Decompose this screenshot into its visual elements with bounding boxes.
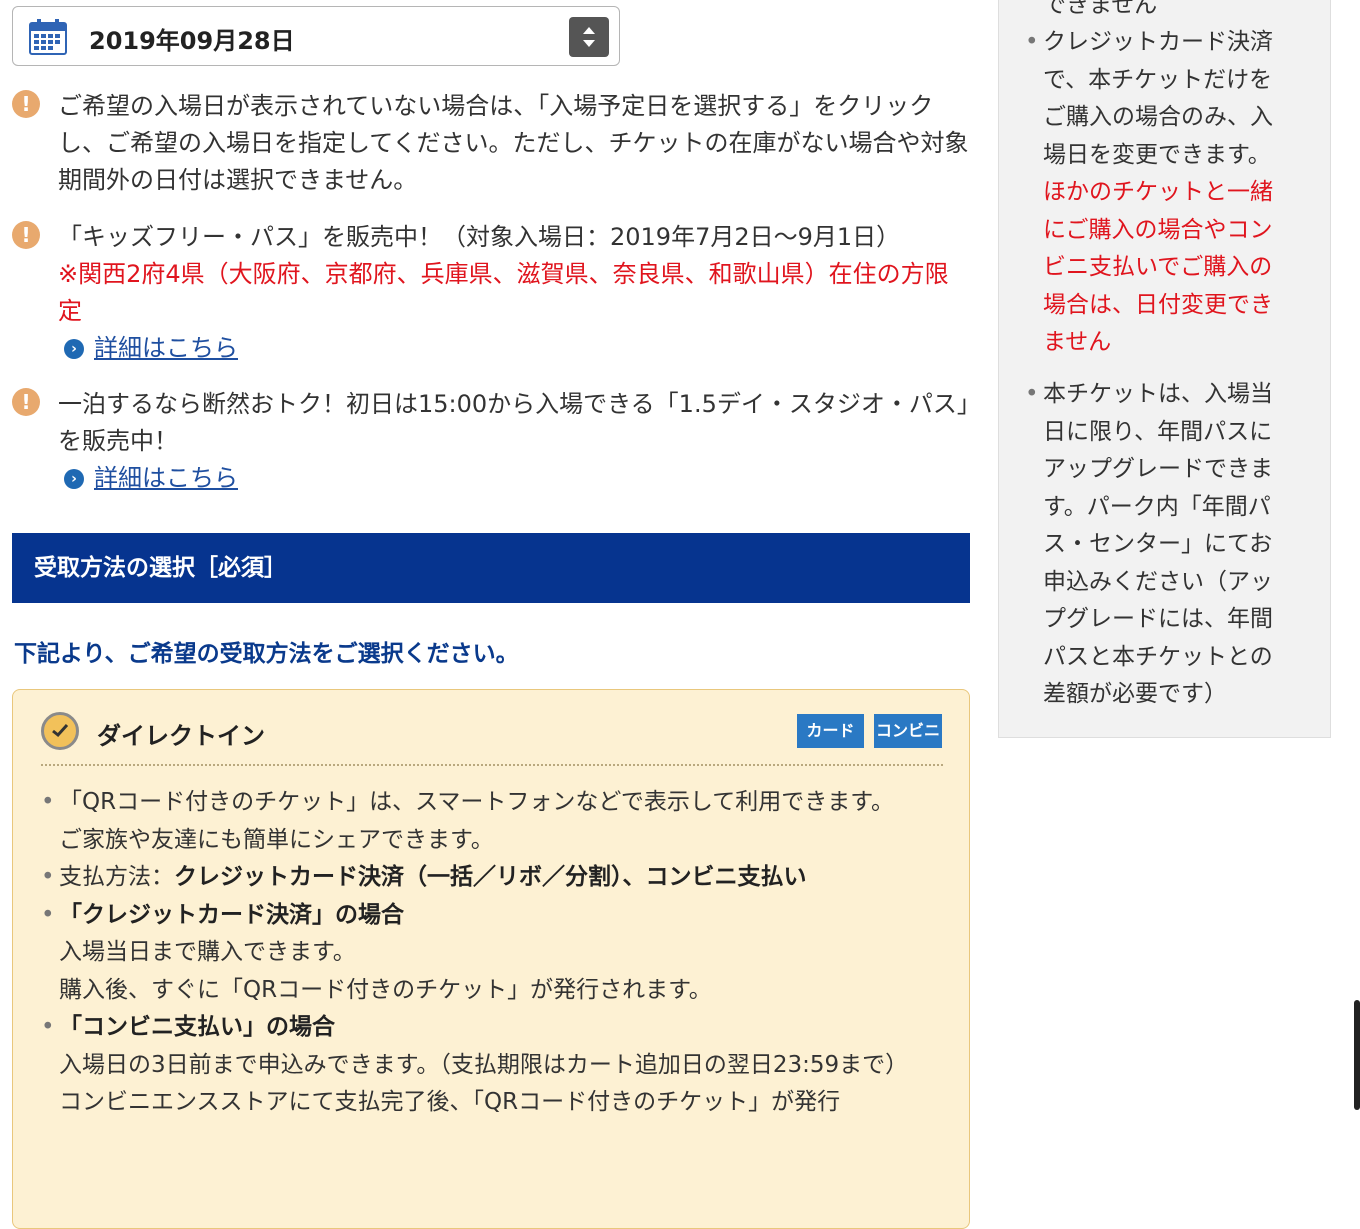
notice-text: 「キッズフリー・パス」を販売中！（対象入場日：2019年7月2日〜9月1日） [58,223,901,251]
card-badge: カード [797,714,864,748]
qr-ticket-description: 「QRコード付きのチケット」は、スマートフォンなどで表示して利用できます。 [59,789,894,815]
payment-methods: 支払方法：クレジットカード決済（一括／リボ／分割）、コンビニ支払い [59,859,947,897]
divider [41,764,943,766]
sidebar-note-text: クレジットカード決済で、本チケットだけをご購入の場合のみ、入場日を変更できます。 [1043,29,1273,168]
convenience-payment-detail-2: コンビニエンスストアにて支払完了後、「QRコード付きのチケット」が発行 [59,1089,841,1115]
convenience-payment-detail-1: 入場日の3日前まで申込みできます。（支払期限はカート追加日の翌日23:59まで） [59,1051,909,1078]
calendar-icon [29,19,67,55]
section-header-receipt-method: 受取方法の選択［必須］ [12,533,970,603]
exclamation-icon: ! [12,90,40,118]
sidebar-note-warning: ほかのチケットと一緒にご購入の場合やコンビニ支払いでご購入の場合は、日付変更でき… [1043,179,1273,355]
convenience-payment-heading: 「コンビニ支払い」の場合 [59,1014,335,1040]
entry-date-select[interactable]: 2019年09月28日 [12,6,620,66]
receipt-option-direct-in[interactable]: ダイレクトイン カード コンビニ • 「QRコード付きのチケット」は、スマートフォ… [12,689,970,1229]
sidebar-partial-text: できません [1043,0,1158,18]
entry-date-value: 2019年09月28日 [89,27,295,55]
chevron-right-icon: › [64,338,84,359]
sidebar-note-date-change: • クレジットカード決済で、本チケットだけをご購入の場合のみ、入場日を変更できま… [1025,29,1273,355]
exclamation-icon: ! [12,388,40,416]
notice-restriction: ※関西2府4県（大阪府、京都府、兵庫県、滋賀県、奈良県、和歌山県）在住の方限定 [58,260,949,325]
chevron-right-icon: › [64,468,84,489]
payment-label: 支払方法： [59,864,174,890]
notice-text: ご希望の入場日が表示されていない場合は、「入場予定日を選択する」をクリックし、ご… [58,92,969,194]
scrollbar[interactable] [1354,1000,1360,1110]
notice-text: 一泊するなら断然おトク！初日は15:00から入場できる「1.5デイ・スタジオ・パ… [58,390,969,455]
details-link-row: › 詳細はこちら [58,330,970,367]
sidebar-note-upgrade: • 本チケットは、入場当日に限り、年間パスにアップグレードできます。パーク内「年… [1025,376,1295,714]
details-link[interactable]: 詳細はこちら [94,460,238,497]
share-description: ご家族や友達にも簡単にシェアできます。 [59,826,494,853]
option-title: ダイレクトイン [97,722,265,750]
up-down-stepper-icon[interactable] [569,17,609,57]
details-link[interactable]: 詳細はこちら [94,330,238,367]
card-payment-heading: 「クレジットカード決済」の場合 [59,901,404,928]
details-link-row: › 詳細はこちら [58,460,970,497]
check-icon[interactable] [41,712,79,750]
convenience-store-badge: コンビニ [874,714,942,748]
card-payment-detail-1: 入場当日まで購入できます。 [59,939,356,965]
exclamation-icon: ! [12,221,40,249]
sidebar-notes: できません • クレジットカード決済で、本チケットだけをご購入の場合のみ、入場日… [998,0,1331,738]
payment-value: クレジットカード決済（一括／リボ／分割）、コンビニ支払い [174,864,807,890]
section-instruction: 下記より、ご希望の受取方法をご選択ください。 [14,641,519,667]
option-description: • 「QRコード付きのチケット」は、スマートフォンなどで表示して利用できます。 ご… [41,784,947,1122]
card-payment-detail-2: 購入後、すぐに「QRコード付きのチケット」が発行されます。 [59,976,712,1003]
sidebar-note-text: 本チケットは、入場当日に限り、年間パスにアップグレードできます。パーク内「年間パ… [1043,381,1273,707]
